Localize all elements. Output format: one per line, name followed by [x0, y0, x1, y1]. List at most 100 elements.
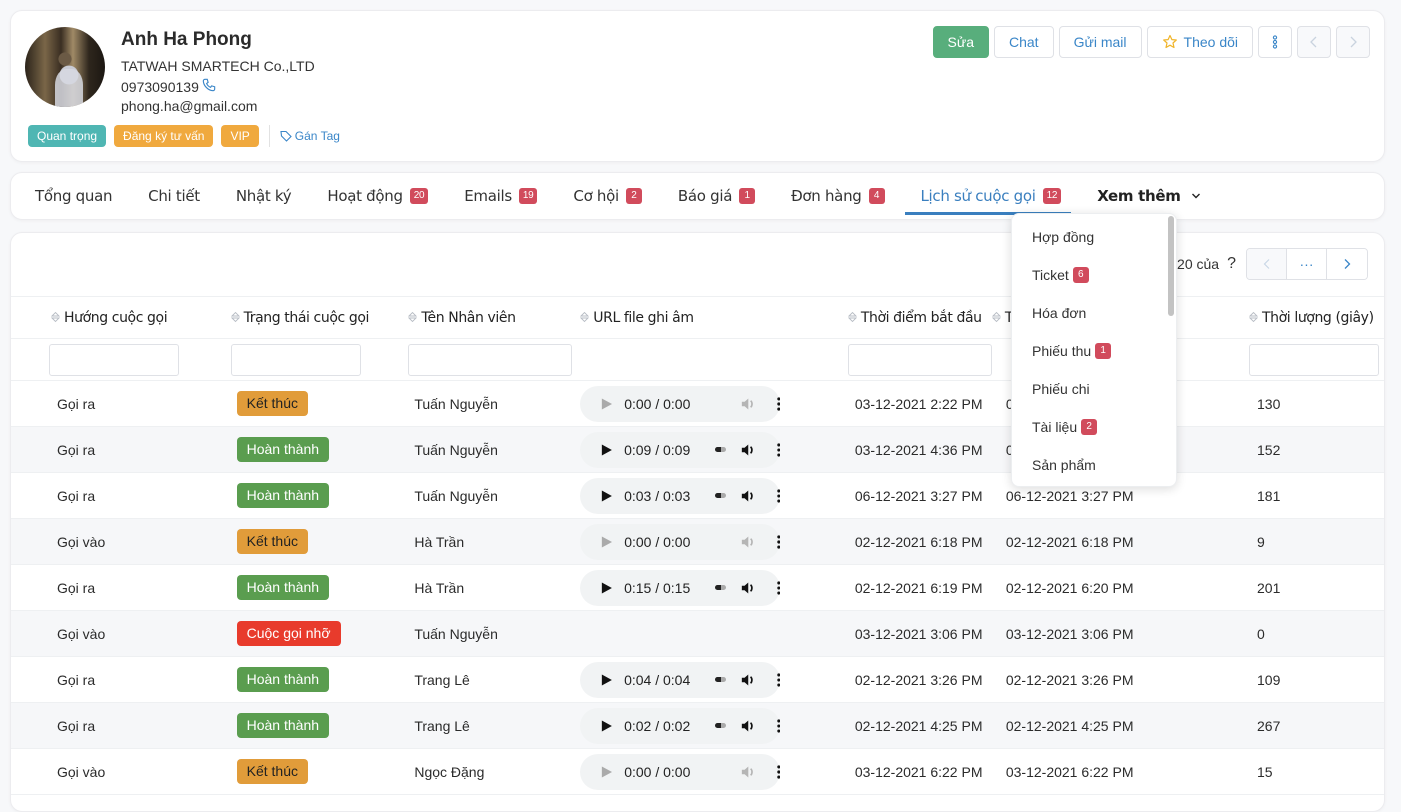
tag-quan-trong[interactable]: Quan trọng — [28, 125, 107, 147]
header-actions: Sửa Chat Gửi mail Theo dõi — [932, 26, 1370, 58]
tab-0[interactable]: Tổng quan — [35, 173, 112, 219]
sort-icon[interactable] — [580, 311, 590, 323]
player-menu-icon[interactable] — [776, 672, 781, 688]
audio-player[interactable]: 0:00 / 0:00 — [580, 523, 781, 560]
column-header[interactable]: Thời điểm bắt đầu — [837, 296, 992, 339]
table-row[interactable]: Gọi ra Hoàn thành Tuấn Nguyễn 0:03 / 0:03 06… — [11, 472, 1384, 519]
assign-tag-button[interactable]: Gán Tag — [280, 129, 340, 143]
phone-call-icon[interactable] — [202, 78, 216, 95]
table-row[interactable]: Gọi ra Hoàn thành Tuấn Nguyễn 0:09 / 0:09 03… — [11, 426, 1384, 473]
edit-button[interactable]: Sửa — [932, 26, 989, 58]
column-header[interactable]: Tên Nhân viên — [408, 296, 581, 339]
filter-status-input[interactable] — [230, 343, 361, 376]
column-header[interactable]: Thời lượng (giây) — [1249, 296, 1384, 339]
tag-vip[interactable]: VIP — [221, 125, 259, 147]
tab-label: Tổng quan — [35, 187, 113, 205]
player-menu-icon[interactable] — [776, 396, 781, 412]
sort-icon[interactable] — [991, 311, 1001, 323]
dropdown-scrollbar[interactable] — [1168, 216, 1174, 316]
prev-record-button[interactable] — [1297, 26, 1331, 58]
dropdown-item[interactable]: Sản phẩm — [1012, 446, 1176, 484]
dropdown-item[interactable]: Tài liệu 2 — [1012, 408, 1176, 446]
column-header[interactable]: Hướng cuộc gọi — [11, 296, 231, 339]
page-ellipsis-button[interactable]: ··· — [1287, 249, 1327, 279]
audio-player[interactable]: 0:03 / 0:03 — [580, 477, 781, 514]
column-header[interactable]: Trạng thái cuộc gọi — [230, 296, 409, 339]
tab-3[interactable]: Hoạt động 20 — [327, 173, 429, 219]
sort-icon[interactable] — [51, 311, 60, 323]
sort-icon[interactable] — [230, 311, 240, 323]
table-row[interactable]: Gọi vào Cuộc gọi nhỡ Tuấn Nguyễn 03-12-2021… — [11, 610, 1384, 657]
follow-button[interactable]: Theo dõi — [1146, 26, 1253, 58]
volume-slider[interactable] — [715, 447, 727, 452]
play-icon[interactable] — [600, 581, 613, 595]
volume-icon[interactable] — [740, 579, 756, 597]
table-row[interactable]: Gọi ra Hoàn thành Trang Lê 0:04 / 0:04 02-12… — [11, 656, 1384, 703]
volume-slider[interactable] — [715, 493, 727, 498]
audio-player[interactable]: 0:09 / 0:09 — [580, 431, 781, 468]
volume-icon — [741, 535, 753, 548]
tab-6[interactable]: Báo giá 1 — [678, 173, 756, 219]
tag-dang-ky-tu-van[interactable]: Đăng ký tư vấn — [114, 125, 214, 147]
volume-slider[interactable] — [715, 723, 727, 728]
table-row[interactable]: Gọi ra Hoàn thành Hà Trần 0:15 / 0:15 02-12-… — [11, 564, 1384, 611]
volume-icon[interactable] — [740, 671, 756, 689]
volume-icon[interactable] — [740, 717, 756, 735]
dropdown-item[interactable]: Phiếu thu 1 — [1012, 332, 1176, 370]
next-page-button[interactable] — [1327, 249, 1367, 279]
dropdown-item[interactable]: Hợp đồng — [1012, 218, 1176, 256]
tab-5[interactable]: Cơ hội 2 — [573, 173, 642, 219]
volume-slider[interactable] — [715, 677, 727, 682]
chat-button[interactable]: Chat — [994, 26, 1054, 58]
table-row[interactable]: Gọi vào Kết thúc Ngọc Đặng 0:00 / 0:00 03-12… — [11, 748, 1384, 795]
dropdown-item[interactable]: Hóa đơn — [1012, 294, 1176, 332]
tab-1[interactable]: Chi tiết — [148, 173, 200, 219]
play-icon[interactable] — [600, 673, 613, 687]
phone-number: 0973090139 — [121, 78, 199, 95]
column-header[interactable]: URL file ghi âm — [580, 296, 838, 339]
table-row[interactable]: Gọi ra Kết thúc Tuấn Nguyễn 0:00 / 0:00 03-1… — [11, 380, 1384, 427]
filter-cell — [230, 338, 409, 381]
dropdown-item[interactable]: Phiếu chi — [1012, 370, 1176, 408]
table-row[interactable]: Gọi ra Hoàn thành Trang Lê 0:02 / 0:02 02-12… — [11, 702, 1384, 749]
dropdown-item-label: Hợp đồng — [1032, 229, 1095, 245]
tag-icon — [280, 130, 292, 142]
volume-icon[interactable] — [740, 441, 756, 459]
tab-count-badge: 12 — [1042, 188, 1062, 204]
play-icon[interactable] — [600, 719, 613, 733]
filter-start-time-input[interactable] — [847, 343, 992, 376]
sort-icon[interactable] — [1249, 311, 1258, 323]
audio-player[interactable]: 0:00 / 0:00 — [580, 753, 781, 790]
tab-2[interactable]: Nhật ký — [236, 173, 292, 219]
audio-player[interactable]: 0:02 / 0:02 — [580, 707, 781, 744]
filter-direction-input[interactable] — [49, 343, 179, 376]
filter-staff-input[interactable] — [408, 343, 573, 376]
send-mail-button[interactable]: Gửi mail — [1058, 26, 1142, 58]
audio-player[interactable]: 0:04 / 0:04 — [580, 661, 781, 698]
player-menu-icon[interactable] — [776, 442, 781, 458]
tab-4[interactable]: Emails 19 — [464, 173, 538, 219]
volume-slider[interactable] — [715, 585, 727, 590]
tab-count-badge: 2 — [625, 188, 642, 204]
player-menu-icon[interactable] — [776, 764, 781, 780]
player-menu-icon[interactable] — [776, 534, 781, 550]
filter-duration-input[interactable] — [1249, 343, 1379, 376]
audio-player[interactable]: 0:15 / 0:15 — [580, 569, 781, 606]
player-menu-icon[interactable] — [776, 580, 781, 596]
next-record-button[interactable] — [1336, 26, 1370, 58]
tab-7[interactable]: Đơn hàng 4 — [791, 173, 885, 219]
play-icon[interactable] — [600, 489, 613, 503]
prev-page-button[interactable] — [1247, 249, 1287, 279]
volume-icon[interactable] — [740, 487, 756, 505]
more-actions-button[interactable] — [1258, 26, 1292, 58]
tabs: Tổng quan Chi tiết Nhật ký Hoạt động 20 Email… — [11, 173, 1384, 219]
tab-label: Hoạt động — [327, 187, 403, 205]
play-icon[interactable] — [600, 443, 613, 457]
sort-icon[interactable] — [847, 311, 857, 323]
dropdown-item[interactable]: Ticket 6 — [1012, 256, 1176, 294]
player-menu-icon[interactable] — [776, 718, 781, 734]
sort-icon[interactable] — [408, 311, 418, 323]
table-row[interactable]: Gọi vào Kết thúc Hà Trần 0:00 / 0:00 02-12-2… — [11, 518, 1384, 565]
player-menu-icon[interactable] — [776, 488, 781, 504]
audio-player[interactable]: 0:00 / 0:00 — [580, 385, 781, 422]
